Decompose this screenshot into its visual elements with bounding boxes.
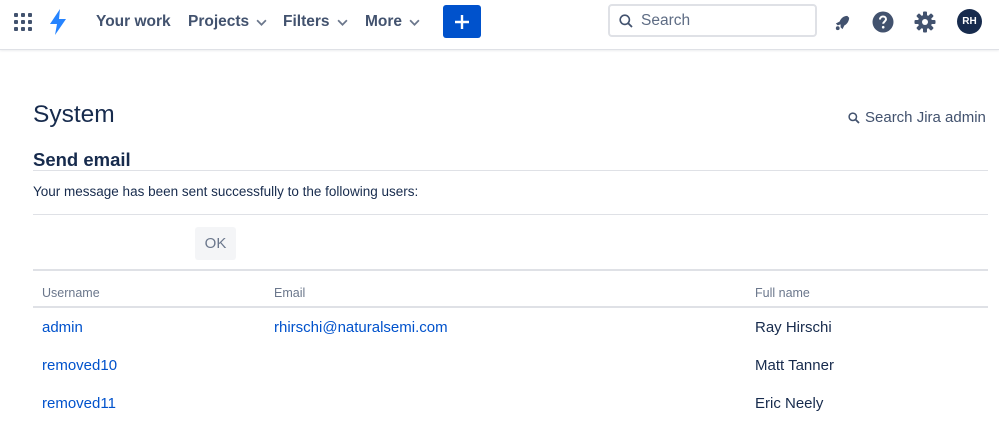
avatar[interactable]: RH [957,9,982,34]
chevron-down-icon [336,19,348,26]
divider [33,214,988,215]
table-header-divider [33,306,988,308]
create-button[interactable] [443,5,481,38]
search-jira-admin-link[interactable]: Search Jira admin [848,109,986,126]
full-name: Matt Tanner [755,357,834,374]
avatar-initials: RH [962,16,977,27]
username-link[interactable]: removed11 [42,395,116,412]
column-header-username: Username [42,286,100,300]
jira-logo-icon[interactable] [45,8,71,36]
column-header-full-name: Full name [755,286,810,300]
username-link[interactable]: removed10 [42,357,117,374]
search-icon [848,111,860,124]
help-icon[interactable] [870,9,896,35]
settings-gear-icon[interactable] [912,9,938,35]
nav-projects-label: Projects [188,13,250,30]
search-jira-admin-label: Search Jira admin [865,109,986,126]
nav-filters-label: Filters [283,13,330,30]
column-header-email: Email [274,286,306,300]
divider [33,170,988,171]
notifications-icon[interactable] [829,9,855,35]
search-input[interactable] [641,10,811,32]
nav-projects[interactable]: Projects [188,11,267,33]
chevron-down-icon [409,19,420,26]
full-name: Ray Hirschi [755,319,832,336]
nav-more[interactable]: More [365,11,420,33]
full-name: Eric Neely [755,395,824,412]
email-link[interactable]: rhirschi@naturalsemi.com [274,319,448,336]
app-switcher-icon[interactable] [10,9,36,35]
search-icon [619,14,633,28]
nav-your-work[interactable]: Your work [96,11,171,33]
top-navigation: Your work Projects Filters More Search R… [0,0,999,50]
username-link[interactable]: admin [42,319,83,336]
chevron-down-icon [256,19,267,26]
search-box[interactable] [608,4,817,37]
ok-button[interactable]: OK [195,227,236,260]
page-title: System [33,101,115,128]
success-message: Your message has been sent successfully … [33,184,419,199]
divider [33,269,988,271]
nav-more-label: More [365,13,403,30]
section-title: Send email [33,149,131,170]
nav-filters[interactable]: Filters [283,11,348,33]
plus-icon [455,14,469,29]
nav-your-work-label: Your work [96,13,171,30]
